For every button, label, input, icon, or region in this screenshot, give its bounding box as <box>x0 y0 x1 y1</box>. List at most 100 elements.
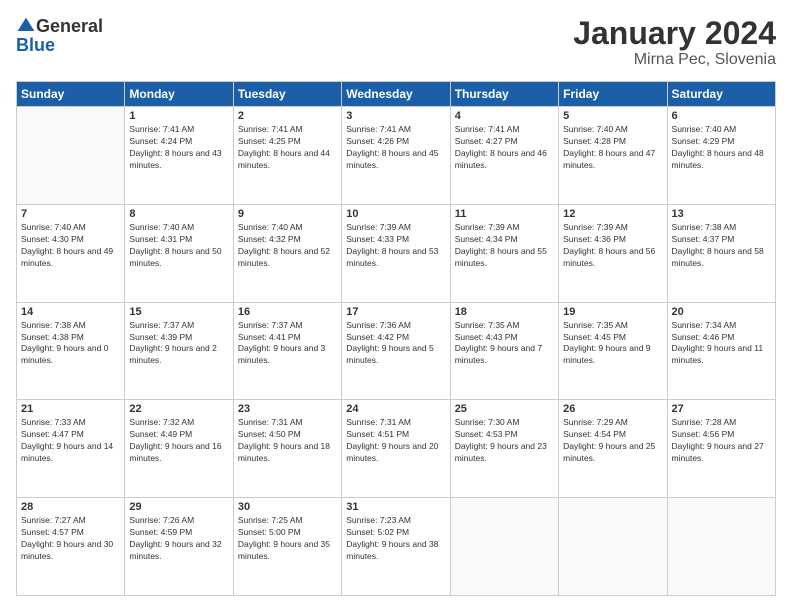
calendar-cell: 8Sunrise: 7:40 AMSunset: 4:31 PMDaylight… <box>125 204 233 302</box>
day-info: Sunrise: 7:28 AMSunset: 4:56 PMDaylight:… <box>672 417 771 465</box>
calendar-cell <box>450 498 558 596</box>
logo-blue: Blue <box>16 36 55 54</box>
day-number: 4 <box>455 110 554 122</box>
day-info: Sunrise: 7:39 AMSunset: 4:33 PMDaylight:… <box>346 222 445 270</box>
day-number: 30 <box>238 501 337 513</box>
day-number: 2 <box>238 110 337 122</box>
calendar-cell: 25 Sunrise: 7:30 AMSunset: 4:53 PMDayligh… <box>450 400 558 498</box>
day-number: 16 <box>238 306 337 318</box>
day-number: 6 <box>672 110 771 122</box>
calendar-cell: 27 Sunrise: 7:28 AMSunset: 4:56 PMDayligh… <box>667 400 775 498</box>
logo: General Blue <box>16 16 103 54</box>
week-row-2: 14Sunrise: 7:38 AMSunset: 4:38 PMDayligh… <box>17 302 776 400</box>
logo-general: General <box>36 17 103 35</box>
day-info: Sunrise: 7:38 AMSunset: 4:37 PMDaylight:… <box>672 222 771 270</box>
weekday-header-monday: Monday <box>125 82 233 107</box>
day-number: 27 <box>672 403 771 415</box>
weekday-header-saturday: Saturday <box>667 82 775 107</box>
day-info: Sunrise: 7:26 AMSunset: 4:59 PMDaylight:… <box>129 515 228 563</box>
weekday-header-sunday: Sunday <box>17 82 125 107</box>
day-info: Sunrise: 7:34 AMSunset: 4:46 PMDaylight:… <box>672 320 771 368</box>
day-info: Sunrise: 7:23 AMSunset: 5:02 PMDaylight:… <box>346 515 445 563</box>
day-info: Sunrise: 7:40 AMSunset: 4:31 PMDaylight:… <box>129 222 228 270</box>
day-info: Sunrise: 7:39 AMSunset: 4:34 PMDaylight:… <box>455 222 554 270</box>
day-number: 20 <box>672 306 771 318</box>
day-info: Sunrise: 7:37 AMSunset: 4:39 PMDaylight:… <box>129 320 228 368</box>
day-number: 25 <box>455 403 554 415</box>
day-number: 31 <box>346 501 445 513</box>
calendar-cell: 11 Sunrise: 7:39 AMSunset: 4:34 PMDayligh… <box>450 204 558 302</box>
day-number: 18 <box>455 306 554 318</box>
calendar-cell: 19Sunrise: 7:35 AMSunset: 4:45 PMDayligh… <box>559 302 667 400</box>
day-info: Sunrise: 7:41 AMSunset: 4:26 PMDaylight:… <box>346 124 445 172</box>
weekday-header-friday: Friday <box>559 82 667 107</box>
page: General Blue January 2024 Mirna Pec, Slo… <box>0 0 792 612</box>
day-number: 12 <box>563 208 662 220</box>
day-number: 15 <box>129 306 228 318</box>
day-number: 24 <box>346 403 445 415</box>
calendar-cell: 22Sunrise: 7:32 AMSunset: 4:49 PMDayligh… <box>125 400 233 498</box>
calendar-cell: 12 Sunrise: 7:39 AMSunset: 4:36 PMDayligh… <box>559 204 667 302</box>
calendar-cell <box>667 498 775 596</box>
day-info: Sunrise: 7:37 AMSunset: 4:41 PMDaylight:… <box>238 320 337 368</box>
day-info: Sunrise: 7:36 AMSunset: 4:42 PMDaylight:… <box>346 320 445 368</box>
calendar-cell: 21 Sunrise: 7:33 AMSunset: 4:47 PMDayligh… <box>17 400 125 498</box>
calendar-cell: 24 Sunrise: 7:31 AMSunset: 4:51 PMDayligh… <box>342 400 450 498</box>
day-info: Sunrise: 7:31 AMSunset: 4:50 PMDaylight:… <box>238 417 337 465</box>
day-number: 10 <box>346 208 445 220</box>
calendar-cell: 10 Sunrise: 7:39 AMSunset: 4:33 PMDayligh… <box>342 204 450 302</box>
day-number: 28 <box>21 501 120 513</box>
day-info: Sunrise: 7:33 AMSunset: 4:47 PMDaylight:… <box>21 417 120 465</box>
day-number: 26 <box>563 403 662 415</box>
calendar-title: January 2024 <box>573 16 776 51</box>
calendar-cell: 17 Sunrise: 7:36 AMSunset: 4:42 PMDayligh… <box>342 302 450 400</box>
day-number: 9 <box>238 208 337 220</box>
day-info: Sunrise: 7:40 AMSunset: 4:29 PMDaylight:… <box>672 124 771 172</box>
calendar-cell: 4 Sunrise: 7:41 AMSunset: 4:27 PMDaylight… <box>450 107 558 205</box>
calendar-cell: 18Sunrise: 7:35 AMSunset: 4:43 PMDayligh… <box>450 302 558 400</box>
calendar-cell: 26 Sunrise: 7:29 AMSunset: 4:54 PMDayligh… <box>559 400 667 498</box>
day-info: Sunrise: 7:39 AMSunset: 4:36 PMDaylight:… <box>563 222 662 270</box>
day-info: Sunrise: 7:35 AMSunset: 4:45 PMDaylight:… <box>563 320 662 368</box>
day-info: Sunrise: 7:41 AMSunset: 4:25 PMDaylight:… <box>238 124 337 172</box>
day-info: Sunrise: 7:40 AMSunset: 4:28 PMDaylight:… <box>563 124 662 172</box>
calendar-cell: 2 Sunrise: 7:41 AMSunset: 4:25 PMDaylight… <box>233 107 341 205</box>
day-info: Sunrise: 7:27 AMSunset: 4:57 PMDaylight:… <box>21 515 120 563</box>
day-number: 3 <box>346 110 445 122</box>
calendar-table: SundayMondayTuesdayWednesdayThursdayFrid… <box>16 81 776 596</box>
weekday-header-row: SundayMondayTuesdayWednesdayThursdayFrid… <box>17 82 776 107</box>
weekday-header-thursday: Thursday <box>450 82 558 107</box>
calendar-cell: 1 Sunrise: 7:41 AMSunset: 4:24 PMDaylight… <box>125 107 233 205</box>
day-number: 11 <box>455 208 554 220</box>
day-number: 13 <box>672 208 771 220</box>
day-number: 23 <box>238 403 337 415</box>
calendar-cell <box>17 107 125 205</box>
day-info: Sunrise: 7:41 AMSunset: 4:24 PMDaylight:… <box>129 124 228 172</box>
day-info: Sunrise: 7:30 AMSunset: 4:53 PMDaylight:… <box>455 417 554 465</box>
calendar-cell: 3 Sunrise: 7:41 AMSunset: 4:26 PMDaylight… <box>342 107 450 205</box>
day-number: 5 <box>563 110 662 122</box>
logo-icon <box>16 16 36 36</box>
day-info: Sunrise: 7:41 AMSunset: 4:27 PMDaylight:… <box>455 124 554 172</box>
calendar-cell: 9Sunrise: 7:40 AMSunset: 4:32 PMDaylight… <box>233 204 341 302</box>
calendar-cell: 31 Sunrise: 7:23 AMSunset: 5:02 PMDayligh… <box>342 498 450 596</box>
calendar-cell: 5 Sunrise: 7:40 AMSunset: 4:28 PMDaylight… <box>559 107 667 205</box>
weekday-header-tuesday: Tuesday <box>233 82 341 107</box>
calendar-cell: 6 Sunrise: 7:40 AMSunset: 4:29 PMDaylight… <box>667 107 775 205</box>
weekday-header-wednesday: Wednesday <box>342 82 450 107</box>
day-info: Sunrise: 7:31 AMSunset: 4:51 PMDaylight:… <box>346 417 445 465</box>
day-number: 1 <box>129 110 228 122</box>
calendar-cell <box>559 498 667 596</box>
day-info: Sunrise: 7:29 AMSunset: 4:54 PMDaylight:… <box>563 417 662 465</box>
week-row-3: 21 Sunrise: 7:33 AMSunset: 4:47 PMDayligh… <box>17 400 776 498</box>
day-info: Sunrise: 7:32 AMSunset: 4:49 PMDaylight:… <box>129 417 228 465</box>
day-number: 14 <box>21 306 120 318</box>
calendar-cell: 30Sunrise: 7:25 AMSunset: 5:00 PMDayligh… <box>233 498 341 596</box>
calendar-cell: 14Sunrise: 7:38 AMSunset: 4:38 PMDayligh… <box>17 302 125 400</box>
title-section: January 2024 Mirna Pec, Slovenia <box>573 16 776 69</box>
day-info: Sunrise: 7:40 AMSunset: 4:30 PMDaylight:… <box>21 222 120 270</box>
day-number: 21 <box>21 403 120 415</box>
day-number: 17 <box>346 306 445 318</box>
calendar-cell: 23 Sunrise: 7:31 AMSunset: 4:50 PMDayligh… <box>233 400 341 498</box>
calendar-cell: 7Sunrise: 7:40 AMSunset: 4:30 PMDaylight… <box>17 204 125 302</box>
